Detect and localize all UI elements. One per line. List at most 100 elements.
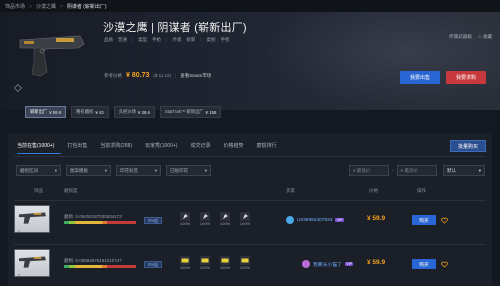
sticker[interactable]: 100% (196, 212, 214, 226)
favorite-label: 收藏 (483, 34, 492, 39)
table-row: ⌕ 磨损: 0.05402187030534173 0%起 100% 100% … (14, 200, 486, 238)
currency-symbol: ¥ (353, 168, 356, 173)
tag-value: 手枪 (220, 37, 230, 42)
wear-price: ¥ 158 (205, 109, 217, 115)
sticker[interactable]: 100% (196, 256, 214, 270)
price-value: ¥ 80.73 (126, 72, 150, 79)
wear-price: ¥ 59.9 (49, 109, 62, 115)
item-links: 所属武器箱 ☆ 收藏 (449, 34, 492, 40)
float-value: 磨损: 0.05584676191210747 (64, 258, 122, 263)
tag-value: 手枪 (152, 37, 162, 42)
steam-market-link[interactable]: 查看Steam市场 (180, 73, 211, 79)
avatar (286, 216, 294, 224)
pattern-select[interactable]: 图案模板 ▾ (66, 165, 111, 176)
wear-option[interactable]: 崭新出厂 ¥ 59.9 (25, 106, 67, 118)
select-label: 图案模板 (70, 167, 88, 173)
min-price-input[interactable]: ¥ 最低价 (349, 165, 389, 176)
column-header: 价格 (369, 188, 378, 193)
filter-bar: 磨损区间 ▾ 图案模板 ▾ 印花标签 ▾ 已贴印花 ▾ (16, 165, 211, 176)
seller-name: U036984407923 (297, 217, 333, 223)
tag-label: 类型 (138, 37, 148, 42)
vip-badge: VIP (344, 262, 354, 266)
favorite-heart-icon[interactable] (441, 217, 448, 224)
sticker[interactable]: 100% (176, 212, 194, 226)
sticker[interactable]: 100% (236, 256, 254, 270)
reference-price: 参考价格 ¥ 80.73 ($ 11.16) | 查看Steam市场 (104, 72, 212, 79)
tab-buy-orders[interactable]: 当前求购(288) (100, 142, 139, 154)
sell-button[interactable]: 我要出售 (400, 71, 440, 84)
hero-background-art (260, 12, 500, 110)
sticker-wear: 100% (219, 265, 231, 270)
wear-label: 久经沙场 (118, 109, 136, 114)
zoom-icon[interactable]: ⌕ (18, 272, 20, 277)
vip-badge: VIP (335, 218, 345, 222)
wear-option[interactable]: StatTrak™ 崭新出厂 ¥ 158 (159, 106, 222, 118)
sticker-wear: 100% (179, 265, 191, 270)
select-label: 已贴印花 (170, 167, 188, 173)
avatar (302, 260, 310, 268)
sticker-icon (220, 212, 230, 221)
seller[interactable]: U036984407923 VIP (286, 216, 345, 224)
item-tags: 品质 普通 | 类型 手枪 | 外观 崭新 | 类别 手枪 (104, 37, 230, 42)
range-dash: - (392, 167, 394, 174)
tab-on-sale[interactable]: 当前在售(1000+) (17, 142, 62, 154)
tag-value: 崭新 (186, 37, 196, 42)
select-label: 磨损区间 (20, 167, 38, 173)
breadcrumb-home[interactable]: 饰品市场 (5, 3, 25, 10)
sticker-icon (200, 256, 210, 265)
tab-bundle[interactable]: 打包出售 (67, 142, 94, 154)
favorite-button[interactable]: ☆ 收藏 (478, 34, 492, 40)
input-placeholder: 最低价 (356, 167, 371, 173)
sticker-list: 100% 100% 100% 100% (176, 256, 254, 270)
buy-order-button[interactable]: 我要求购 (446, 71, 486, 84)
chevron-down-icon: ▾ (204, 167, 207, 173)
tab-history[interactable]: 成交记录 (190, 142, 217, 154)
bulk-buy-button[interactable]: 批量购买 (450, 140, 486, 152)
column-header: 卖家 (286, 188, 295, 193)
tab-price-trend[interactable]: 价格趋势 (223, 142, 250, 154)
tag-value: 普通 (118, 37, 127, 42)
favorite-heart-icon[interactable] (441, 261, 448, 268)
tab-showcase[interactable]: 玩家秀(1000+) (145, 142, 184, 154)
listing-tabs: 当前在售(1000+) 打包出售 当前求购(288) 玩家秀(1000+) 成交… (17, 142, 290, 154)
sort-select[interactable]: 默认 ▾ (443, 165, 485, 176)
sticker[interactable]: 100% (216, 212, 234, 226)
sticker-icon (200, 212, 210, 221)
sticker-wear: 100% (199, 265, 211, 270)
tag-label: 类别 (206, 37, 216, 42)
sticker-icon (180, 256, 190, 265)
buy-button[interactable]: 购买 (412, 259, 436, 269)
max-price-input[interactable]: ¥ 最高价 (396, 165, 437, 176)
wear-option[interactable]: 略有磨损 ¥ 43 (71, 106, 109, 118)
sticker[interactable]: 100% (236, 212, 254, 226)
tag-label: 外观 (172, 37, 182, 42)
currency-symbol: ¥ (400, 168, 404, 173)
breadcrumb-item[interactable]: 沙漠之鹰 (36, 3, 56, 10)
buy-button[interactable]: 购买 (412, 215, 436, 225)
wear-label: 崭新出厂 (30, 109, 48, 114)
sticker-wear: 100% (239, 265, 251, 270)
chevron-down-icon: ▾ (54, 167, 57, 173)
input-placeholder: 最高价 (404, 167, 418, 173)
sticker[interactable]: 100% (216, 256, 234, 270)
price-label: 参考价格 (104, 72, 122, 78)
sticker-select[interactable]: 印花标签 ▾ (116, 165, 161, 176)
wear-label: StatTrak™ 崭新出厂 (164, 109, 204, 114)
seller[interactable]: 我要长小猫了 VIP (302, 260, 354, 268)
select-label: 印花标签 (120, 167, 138, 173)
wear-range-select[interactable]: 磨损区间 ▾ (16, 165, 61, 176)
wear-option[interactable]: 久经沙场 ¥ 38.6 (113, 106, 155, 118)
breadcrumb: 饰品市场 > 沙漠之鹰 > 阴谋者 (崭新出厂) (5, 3, 107, 11)
item-title: 沙漠之鹰 | 阴谋者 (崭新出厂) (103, 22, 247, 34)
tab-float-rank[interactable]: 磨损排行 (256, 142, 283, 154)
price-range: ¥ 最低价 - ¥ 最高价 (349, 165, 437, 176)
zoom-icon[interactable]: ⌕ (18, 228, 20, 233)
float-rank-badge: 0%起 (144, 217, 163, 224)
weapon-case-link[interactable]: 所属武器箱 (449, 34, 472, 40)
sticker-wear: 100% (219, 221, 231, 226)
breadcrumb-separator: > (59, 3, 63, 10)
breadcrumb-separator: > (29, 3, 32, 10)
has-sticker-select[interactable]: 已贴印花 ▾ (166, 165, 211, 176)
sticker[interactable]: 100% (176, 256, 194, 270)
float-bar (64, 265, 137, 268)
